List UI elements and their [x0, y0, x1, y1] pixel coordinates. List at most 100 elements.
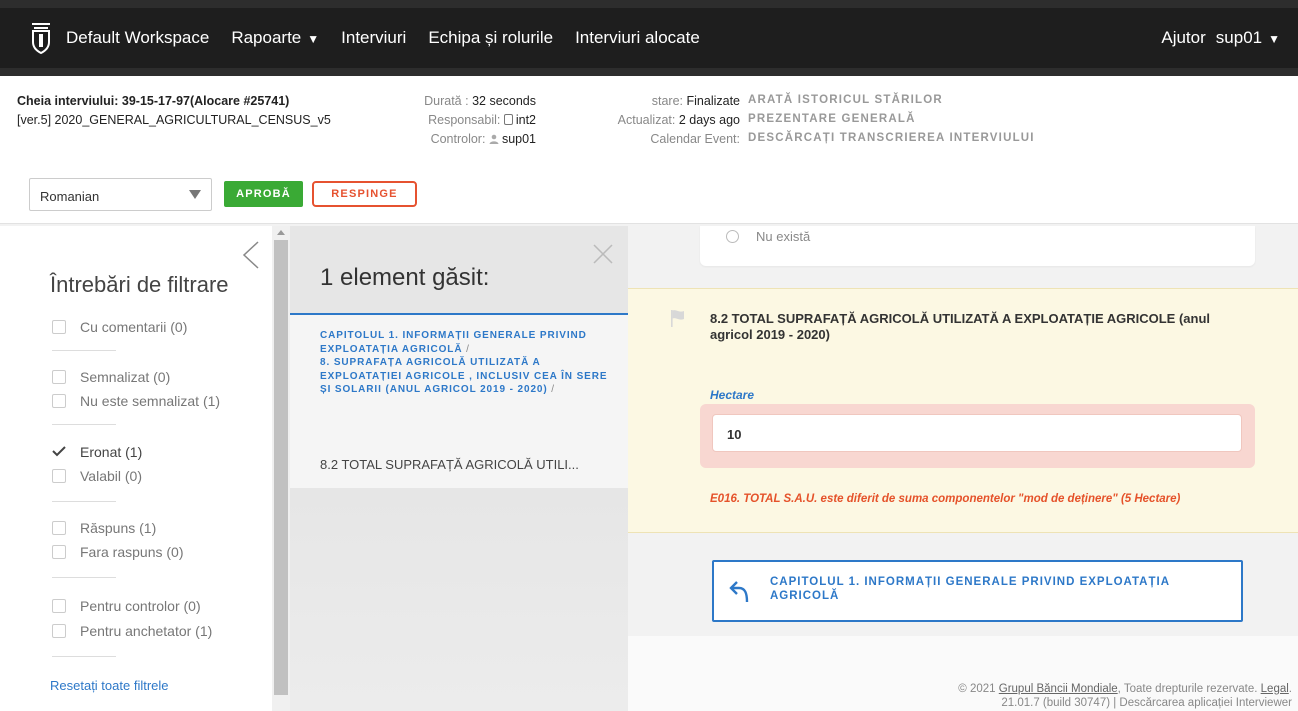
result-breadcrumb-section[interactable]: 8. SUPRAFAȚA AGRICOLĂ UTILIZATĂ A EXPLOA…: [320, 356, 610, 397]
return-arrow-icon: [729, 581, 749, 603]
question-block: 8.2 TOTAL SUPRAFAȚĂ AGRICOLĂ UTILIZATĂ A…: [628, 288, 1298, 533]
validation-error-message: E016. TOTAL S.A.U. este diferit de suma …: [710, 493, 1181, 505]
result-breadcrumb-chapter[interactable]: CAPITOLUL 1. INFORMAȚII GENERALE PRIVIND…: [320, 329, 610, 356]
checkbox[interactable]: [52, 521, 66, 535]
filter-with-comments[interactable]: Cu comentarii (0): [52, 319, 187, 335]
reject-button[interactable]: RESPINGE: [312, 181, 417, 207]
checkbox[interactable]: [52, 320, 66, 334]
option-label: Nu există: [756, 229, 811, 244]
responsible-value[interactable]: int2: [516, 113, 536, 127]
interview-status-block: stare: Finalizate Actualizat: 2 days ago…: [560, 92, 740, 149]
nav-workspace[interactable]: Default Workspace: [66, 28, 209, 48]
breadcrumb-chapter-text: CAPITOLUL 1. INFORMAȚII GENERALE PRIVIND…: [320, 330, 587, 355]
footer: © 2021 Grupul Băncii Mondiale, Toate dre…: [958, 682, 1292, 710]
filter-flagged[interactable]: Semnalizat (0): [52, 369, 170, 385]
nav-team[interactable]: Echipa și rolurile: [428, 28, 553, 48]
radio-button[interactable]: [726, 230, 739, 243]
breadcrumb-separator: /: [466, 343, 470, 355]
checkbox[interactable]: [52, 370, 66, 384]
navbar-inner: Default Workspace Rapoarte ▼ Interviuri E…: [0, 8, 1298, 68]
answer-input[interactable]: 10: [712, 414, 1242, 452]
result-question-item[interactable]: 8.2 TOTAL SUPRAFAȚĂ AGRICOLĂ UTILI...: [290, 446, 628, 488]
supervisor-label: Controlor:: [430, 132, 486, 146]
supervisor-value[interactable]: sup01: [502, 132, 536, 146]
checkbox[interactable]: [52, 624, 66, 638]
nav-reports[interactable]: Rapoarte ▼: [231, 28, 319, 48]
updated-value: 2 days ago: [678, 113, 740, 127]
footer-version[interactable]: 21.01.7 (build 30747) | Descărcarea apli…: [958, 696, 1292, 710]
scrollbar-thumb[interactable]: [274, 240, 288, 695]
breadcrumb-separator: /: [551, 384, 555, 395]
chevron-down-icon: ▼: [307, 32, 320, 46]
filter-divider: [52, 577, 116, 578]
checkmark-icon[interactable]: [52, 445, 66, 459]
chapter-link-label: CAPITOLUL 1. INFORMAȚII GENERALE PRIVIND…: [770, 576, 1170, 602]
filter-answered[interactable]: Răspuns (1): [52, 520, 156, 536]
overview-link[interactable]: PREZENTARE GENERALĂ: [748, 113, 916, 125]
breadcrumb-section-text: 8. SUPRAFAȚA AGRICOLĂ UTILIZATĂ A EXPLOA…: [320, 357, 608, 395]
calendar-label: Calendar Event:: [650, 132, 740, 146]
scroll-up-icon[interactable]: [277, 230, 285, 235]
checkbox[interactable]: [52, 469, 66, 483]
footer-rights: , Toate drepturile rezervate.: [1117, 683, 1258, 695]
filter-label: Cu comentarii (0): [80, 319, 188, 335]
footer-legal-link[interactable]: Legal: [1261, 683, 1289, 695]
tablet-icon: [503, 114, 513, 125]
nav-assigned-interviews[interactable]: Interviuri alocate: [575, 28, 700, 48]
status-label: stare:: [651, 94, 684, 108]
filter-for-interviewer[interactable]: Pentru anchetator (1): [52, 623, 212, 639]
app-logo-icon[interactable]: [30, 22, 52, 54]
filter-divider: [52, 350, 116, 351]
interview-id-block: Cheia interviului: 39-15-17-97(Alocare #…: [17, 92, 331, 130]
updated-label: Actualizat:: [617, 113, 676, 127]
filter-label: Valabil (0): [80, 468, 142, 484]
user-icon: [489, 134, 499, 144]
status-history-link[interactable]: ARATĂ ISTORICUL STĂRILOR: [748, 94, 943, 106]
filter-valid[interactable]: Valabil (0): [52, 468, 142, 484]
duration-label: Durată :: [424, 94, 469, 108]
close-icon[interactable]: [592, 243, 614, 265]
language-select[interactable]: Romanian: [29, 178, 212, 211]
filter-label: Pentru controlor (0): [80, 598, 201, 614]
filter-label: Pentru anchetator (1): [80, 623, 213, 639]
nav-user-menu[interactable]: sup01 ▼: [1216, 28, 1280, 48]
nav-user-label: sup01: [1215, 28, 1263, 47]
interview-meta-block: Durată : 32 seconds Responsabil: int2 Co…: [380, 92, 536, 149]
filter-label: Eronat (1): [80, 444, 143, 460]
chevron-down-icon: ▼: [1268, 32, 1280, 46]
footer-copyright: © 2021: [958, 683, 996, 695]
filters-panel: Întrebări de filtrare Cu comentarii (0) …: [0, 226, 290, 711]
status-value: Finalizate: [686, 94, 741, 108]
questionnaire-name: [ver.5] 2020_GENERAL_AGRICULTURAL_CENSUS…: [17, 113, 331, 127]
nav-reports-label: Rapoarte: [231, 28, 302, 47]
filters-title: Întrebări de filtrare: [50, 272, 229, 297]
checkbox[interactable]: [52, 599, 66, 613]
nav-interviews[interactable]: Interviuri: [341, 28, 406, 48]
filter-label: Nu este semnalizat (1): [80, 393, 221, 409]
chevron-left-icon[interactable]: [238, 240, 262, 270]
chevron-down-icon: [189, 190, 201, 199]
download-transcript-link[interactable]: DESCĂRCAȚI TRANSCRIEREA INTERVIULUI: [748, 132, 1035, 144]
flag-icon[interactable]: [670, 309, 686, 327]
nav-right: Ajutor sup01 ▼: [1161, 28, 1290, 48]
approve-button[interactable]: APROBĂ: [224, 181, 303, 207]
filter-invalid[interactable]: Eronat (1): [52, 444, 142, 460]
reset-filters-link[interactable]: Resetați toate filtrele: [50, 678, 169, 693]
results-empty-area: [290, 488, 628, 711]
nav-help[interactable]: Ajutor: [1161, 28, 1205, 48]
top-navbar: Default Workspace Rapoarte ▼ Interviuri E…: [0, 0, 1298, 76]
checkbox[interactable]: [52, 545, 66, 559]
results-title: 1 element găsit:: [320, 264, 490, 291]
filters-scrollbar[interactable]: [272, 226, 290, 711]
filter-unanswered[interactable]: Fara raspuns (0): [52, 544, 183, 560]
filter-divider: [52, 656, 116, 657]
filters-panel-content: Întrebări de filtrare Cu comentarii (0) …: [0, 226, 272, 711]
duration-value: 32 seconds: [472, 94, 536, 108]
interview-content: Nu există 8.2 TOTAL SUPRAFAȚĂ AGRICOLĂ U…: [628, 226, 1298, 711]
checkbox[interactable]: [52, 394, 66, 408]
filter-not-flagged[interactable]: Nu este semnalizat (1): [52, 393, 220, 409]
filter-for-supervisor[interactable]: Pentru controlor (0): [52, 598, 201, 614]
interview-key: Cheia interviului: 39-15-17-97(Alocare #…: [17, 94, 290, 108]
footer-org-link[interactable]: Grupul Băncii Mondiale: [999, 683, 1118, 695]
back-to-chapter-button[interactable]: CAPITOLUL 1. INFORMAȚII GENERALE PRIVIND…: [712, 560, 1243, 622]
